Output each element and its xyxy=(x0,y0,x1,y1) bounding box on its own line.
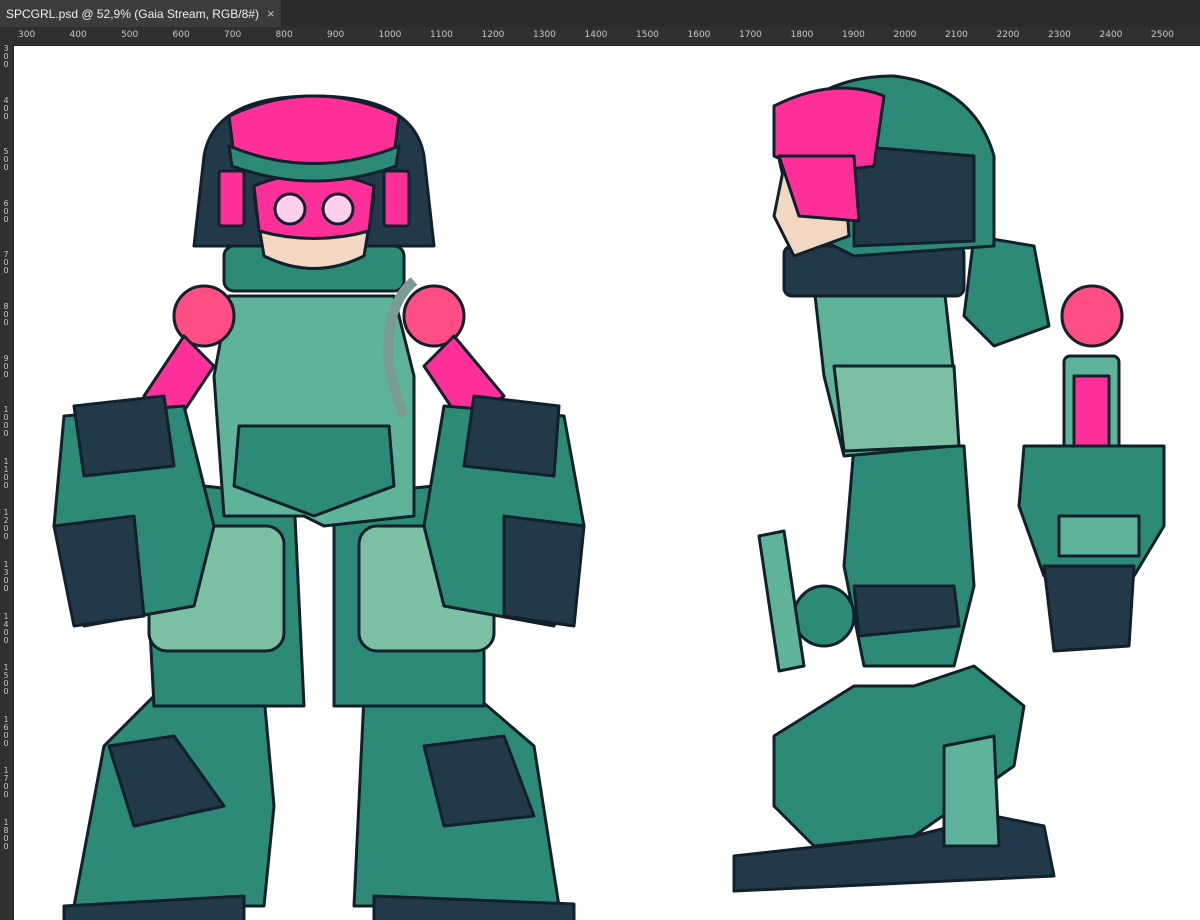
ruler-label-h: 1500 xyxy=(636,30,659,40)
ruler-label-h: 1100 xyxy=(430,30,453,40)
ruler-label-h: 2000 xyxy=(893,30,917,40)
ruler-label-v: 1200 xyxy=(3,508,9,542)
ruler-label-v: 400 xyxy=(3,95,9,121)
ruler-label-v: 1300 xyxy=(3,560,9,593)
ruler-label-h: 2500 xyxy=(1151,30,1174,40)
document-tab-bar: SPCGRL.psd @ 52,9% (Gaia Stream, RGB/8#)… xyxy=(0,0,1200,27)
close-tab-icon[interactable]: × xyxy=(267,6,275,21)
vertical-ruler[interactable]: 300 400 500 600 700 800 900 1000 1100 1200 1300 140… xyxy=(0,45,14,920)
ruler-label-h: 2200 xyxy=(996,30,1020,40)
ruler-label-v: 500 xyxy=(3,147,9,173)
ruler-label-h: 700 xyxy=(224,30,242,40)
ruler-label-v: 800 xyxy=(3,302,9,327)
ruler-label-h: 1600 xyxy=(687,30,711,40)
ruler-label-v: 600 xyxy=(3,198,9,224)
ruler-label-h: 2300 xyxy=(1048,30,1071,40)
ruler-label-h: 1000 xyxy=(378,30,402,40)
document-tab[interactable]: SPCGRL.psd @ 52,9% (Gaia Stream, RGB/8#)… xyxy=(0,0,281,27)
ruler-label-v: 900 xyxy=(3,353,9,379)
ruler-label-h: 1300 xyxy=(533,30,556,40)
ruler-label-h: 800 xyxy=(275,30,293,40)
side-view-figure xyxy=(732,74,1166,893)
ruler-label-h: 600 xyxy=(172,30,190,40)
ruler-label-h: 400 xyxy=(69,30,87,40)
ruler-label-h: 900 xyxy=(327,30,345,40)
ruler-label-v: 700 xyxy=(3,250,9,276)
ruler-label-h: 2100 xyxy=(945,30,968,40)
ruler-label-v: 1400 xyxy=(3,611,9,645)
ruler-label-v: 1800 xyxy=(3,818,9,851)
ruler-label-h: 1800 xyxy=(790,30,814,40)
ruler-label-v: 1000 xyxy=(3,405,9,439)
document-canvas[interactable] xyxy=(14,46,1200,920)
ruler-label-h: 1400 xyxy=(584,30,608,40)
ruler-label-h: 2400 xyxy=(1099,30,1123,40)
ruler-label-h: 1200 xyxy=(481,30,505,40)
horizontal-ruler[interactable]: 300 400 500 600 700 800 900 1000 1100 1200 1300 140… xyxy=(0,27,1200,46)
ruler-label-h: 1700 xyxy=(739,30,762,40)
ruler-label-v: 1100 xyxy=(3,456,9,490)
ruler-label-v: 300 xyxy=(3,45,9,69)
front-view-figure xyxy=(52,94,586,920)
document-tab-title: SPCGRL.psd @ 52,9% (Gaia Stream, RGB/8#) xyxy=(6,6,259,21)
ruler-label-v: 1600 xyxy=(3,714,9,748)
ruler-label-h: 1900 xyxy=(842,30,865,40)
ruler-label-v: 1500 xyxy=(3,663,9,697)
ruler-label-h: 300 xyxy=(18,30,36,40)
character-artwork xyxy=(52,74,1166,920)
ruler-label-h: 500 xyxy=(121,30,139,40)
ruler-label-v: 1700 xyxy=(3,766,9,800)
